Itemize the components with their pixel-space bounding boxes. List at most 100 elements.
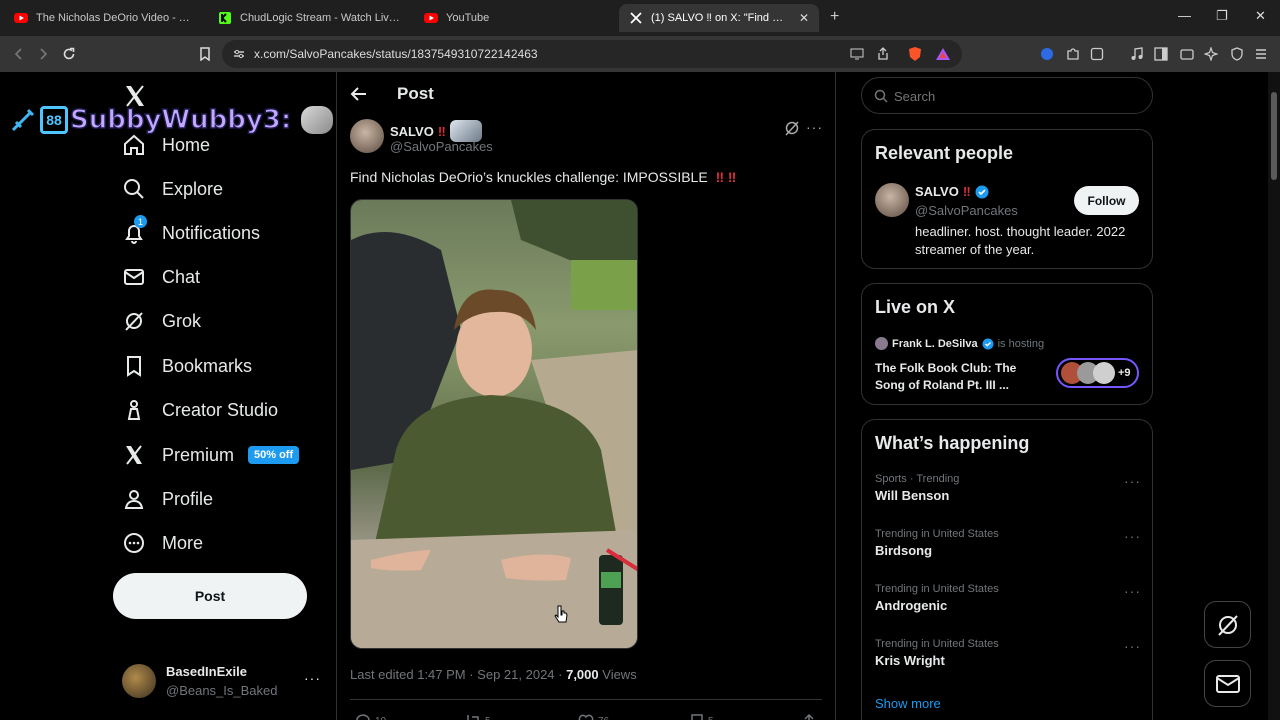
browser-tab-active[interactable]: (1) SALVO ‼ on X: "Find Nicholas ✕ bbox=[619, 4, 819, 32]
trend-item[interactable]: Trending in United States Kris Wright ··… bbox=[875, 638, 1145, 678]
like-icon bbox=[578, 714, 594, 720]
verified-badge-icon bbox=[975, 185, 989, 198]
search-box[interactable] bbox=[861, 77, 1153, 114]
tab-title: The Nicholas DeOrio Video - YouTub bbox=[36, 12, 194, 24]
sidebar-item-notifications[interactable]: 1 Notifications bbox=[122, 215, 261, 248]
sidebar-item-label: Creator Studio bbox=[162, 399, 279, 420]
forward-icon[interactable] bbox=[34, 45, 52, 63]
puzzle-icon[interactable] bbox=[1064, 45, 1082, 63]
brave-shield-icon[interactable] bbox=[906, 45, 924, 63]
more-icon[interactable]: ··· bbox=[1124, 583, 1141, 599]
trend-item[interactable]: Trending in United States Birdsong ··· bbox=[875, 528, 1145, 568]
site-settings-icon[interactable] bbox=[230, 45, 248, 63]
media-icon[interactable] bbox=[1128, 45, 1146, 63]
bookmark-page-icon[interactable] bbox=[196, 45, 214, 63]
messages-floating-button[interactable] bbox=[1204, 660, 1251, 707]
verified-badge-icon bbox=[982, 338, 994, 349]
post-button[interactable]: Post bbox=[113, 573, 307, 619]
minimize-button[interactable]: — bbox=[1178, 8, 1191, 23]
author-handle[interactable]: @SalvoPancakes bbox=[390, 139, 493, 154]
sidebar-item-home[interactable]: Home bbox=[122, 130, 210, 160]
sidebar-item-more[interactable]: More bbox=[122, 528, 203, 558]
more-icon[interactable]: ··· bbox=[1124, 638, 1141, 654]
extension-icon[interactable] bbox=[1038, 45, 1056, 63]
chat-emote bbox=[301, 106, 334, 134]
person-bio: headliner. host. thought leader. 2022 st… bbox=[915, 224, 1126, 257]
more-icon[interactable]: ··· bbox=[1124, 473, 1141, 489]
trend-category: Trending in United States bbox=[875, 638, 999, 650]
new-tab-button[interactable]: + bbox=[830, 8, 839, 26]
post-timestamp[interactable]: Last edited 1:47 PM · Sep 21, 2024 · bbox=[350, 667, 566, 682]
leo-ai-icon[interactable] bbox=[1202, 45, 1220, 63]
trend-item[interactable]: Sports · Trending Will Benson ··· bbox=[875, 473, 1145, 513]
grok-icon[interactable] bbox=[784, 120, 800, 136]
space-listeners[interactable]: +9 bbox=[1056, 358, 1139, 388]
more-icon[interactable]: ··· bbox=[806, 119, 823, 135]
author-avatar[interactable] bbox=[350, 119, 384, 153]
bookmark-button[interactable]: 5 bbox=[690, 714, 714, 720]
restore-button[interactable]: ❐ bbox=[1216, 8, 1228, 24]
sidebar-item-creator-studio[interactable]: Creator Studio bbox=[122, 395, 278, 425]
mail-icon bbox=[122, 265, 146, 289]
scrollbar-thumb[interactable] bbox=[1271, 92, 1277, 180]
reply-count: 10 bbox=[375, 716, 386, 720]
like-button[interactable]: 76 bbox=[578, 714, 609, 720]
like-count: 76 bbox=[598, 716, 609, 720]
space-title[interactable]: The Folk Book Club: The Song of Roland P… bbox=[875, 360, 1045, 394]
bookmark-count: 5 bbox=[708, 716, 714, 720]
grok-floating-button[interactable] bbox=[1204, 601, 1251, 648]
share-button[interactable] bbox=[802, 714, 816, 720]
vpn-icon[interactable] bbox=[1228, 45, 1246, 63]
sidebar-item-profile[interactable]: Profile bbox=[122, 484, 213, 514]
person-handle: @SalvoPancakes bbox=[915, 203, 1018, 218]
repost-icon bbox=[467, 715, 479, 720]
post-emoji: ‼ ‼ bbox=[715, 169, 737, 185]
wallet-icon[interactable] bbox=[1178, 45, 1196, 63]
post-image[interactable] bbox=[350, 199, 638, 649]
browser-tab[interactable]: YouTube bbox=[414, 4, 614, 32]
cast-icon[interactable] bbox=[848, 45, 866, 63]
person-name-row[interactable]: SALVO ‼ bbox=[915, 184, 989, 199]
back-arrow-icon[interactable] bbox=[350, 86, 368, 102]
browser-tab[interactable]: The Nicholas DeOrio Video - YouTub bbox=[4, 4, 204, 32]
scrollbar[interactable] bbox=[1268, 72, 1280, 720]
address-bar[interactable]: x.com/SalvoPancakes/status/1837549310722… bbox=[222, 40, 962, 68]
whats-happening-card: What’s happening Sports · Trending Will … bbox=[861, 419, 1153, 720]
sidebar-item-label: Notifications bbox=[162, 222, 261, 243]
more-icon[interactable]: ··· bbox=[1124, 528, 1141, 544]
search-input[interactable] bbox=[894, 87, 1134, 105]
kick-icon bbox=[218, 11, 232, 25]
follow-button[interactable]: Follow bbox=[1074, 186, 1139, 215]
repost-count: 5 bbox=[485, 716, 491, 720]
back-icon[interactable] bbox=[10, 45, 28, 63]
author-emoji: ‼ bbox=[437, 123, 446, 139]
sidebar-item-premium[interactable]: Premium 50% off bbox=[122, 440, 300, 470]
chat-badge-icon: 88 bbox=[40, 106, 68, 134]
brave-rewards-icon[interactable] bbox=[934, 45, 952, 63]
reload-icon[interactable] bbox=[60, 45, 78, 63]
close-tab-icon[interactable]: ✕ bbox=[799, 11, 809, 25]
sidebar-item-label: Chat bbox=[162, 266, 201, 287]
show-more-link[interactable]: Show more bbox=[875, 696, 941, 711]
menu-icon[interactable] bbox=[1252, 45, 1270, 63]
sidebar-item-chat[interactable]: Chat bbox=[122, 262, 200, 292]
more-icon[interactable]: ··· bbox=[304, 670, 321, 686]
extension-icon[interactable] bbox=[1088, 45, 1106, 63]
avatar[interactable] bbox=[875, 183, 909, 217]
reply-button[interactable]: 10 bbox=[355, 714, 386, 720]
sidebar-item-grok[interactable]: Grok bbox=[122, 306, 201, 336]
sidebar-icon[interactable] bbox=[1152, 45, 1170, 63]
sidebar-item-label: Profile bbox=[162, 488, 214, 509]
page-title: Post bbox=[397, 84, 434, 103]
trend-name: Will Benson bbox=[875, 488, 950, 503]
repost-button[interactable]: 5 bbox=[465, 714, 491, 720]
live-on-x-card: Live on X Frank L. DeSilva is hosting Th… bbox=[861, 283, 1153, 405]
live-host-row[interactable]: Frank L. DeSilva is hosting bbox=[875, 337, 1044, 350]
share-page-icon[interactable] bbox=[874, 45, 892, 63]
close-window-button[interactable]: ✕ bbox=[1255, 8, 1266, 24]
account-switcher[interactable]: BasedInExile @Beans_Is_Baked ··· bbox=[122, 660, 322, 704]
trend-item[interactable]: Trending in United States Androgenic ··· bbox=[875, 583, 1145, 623]
browser-tab[interactable]: ChudLogic Stream - Watch Live o bbox=[208, 4, 410, 32]
sidebar-item-bookmarks[interactable]: Bookmarks bbox=[122, 351, 252, 381]
sidebar-item-explore[interactable]: Explore bbox=[122, 174, 223, 204]
